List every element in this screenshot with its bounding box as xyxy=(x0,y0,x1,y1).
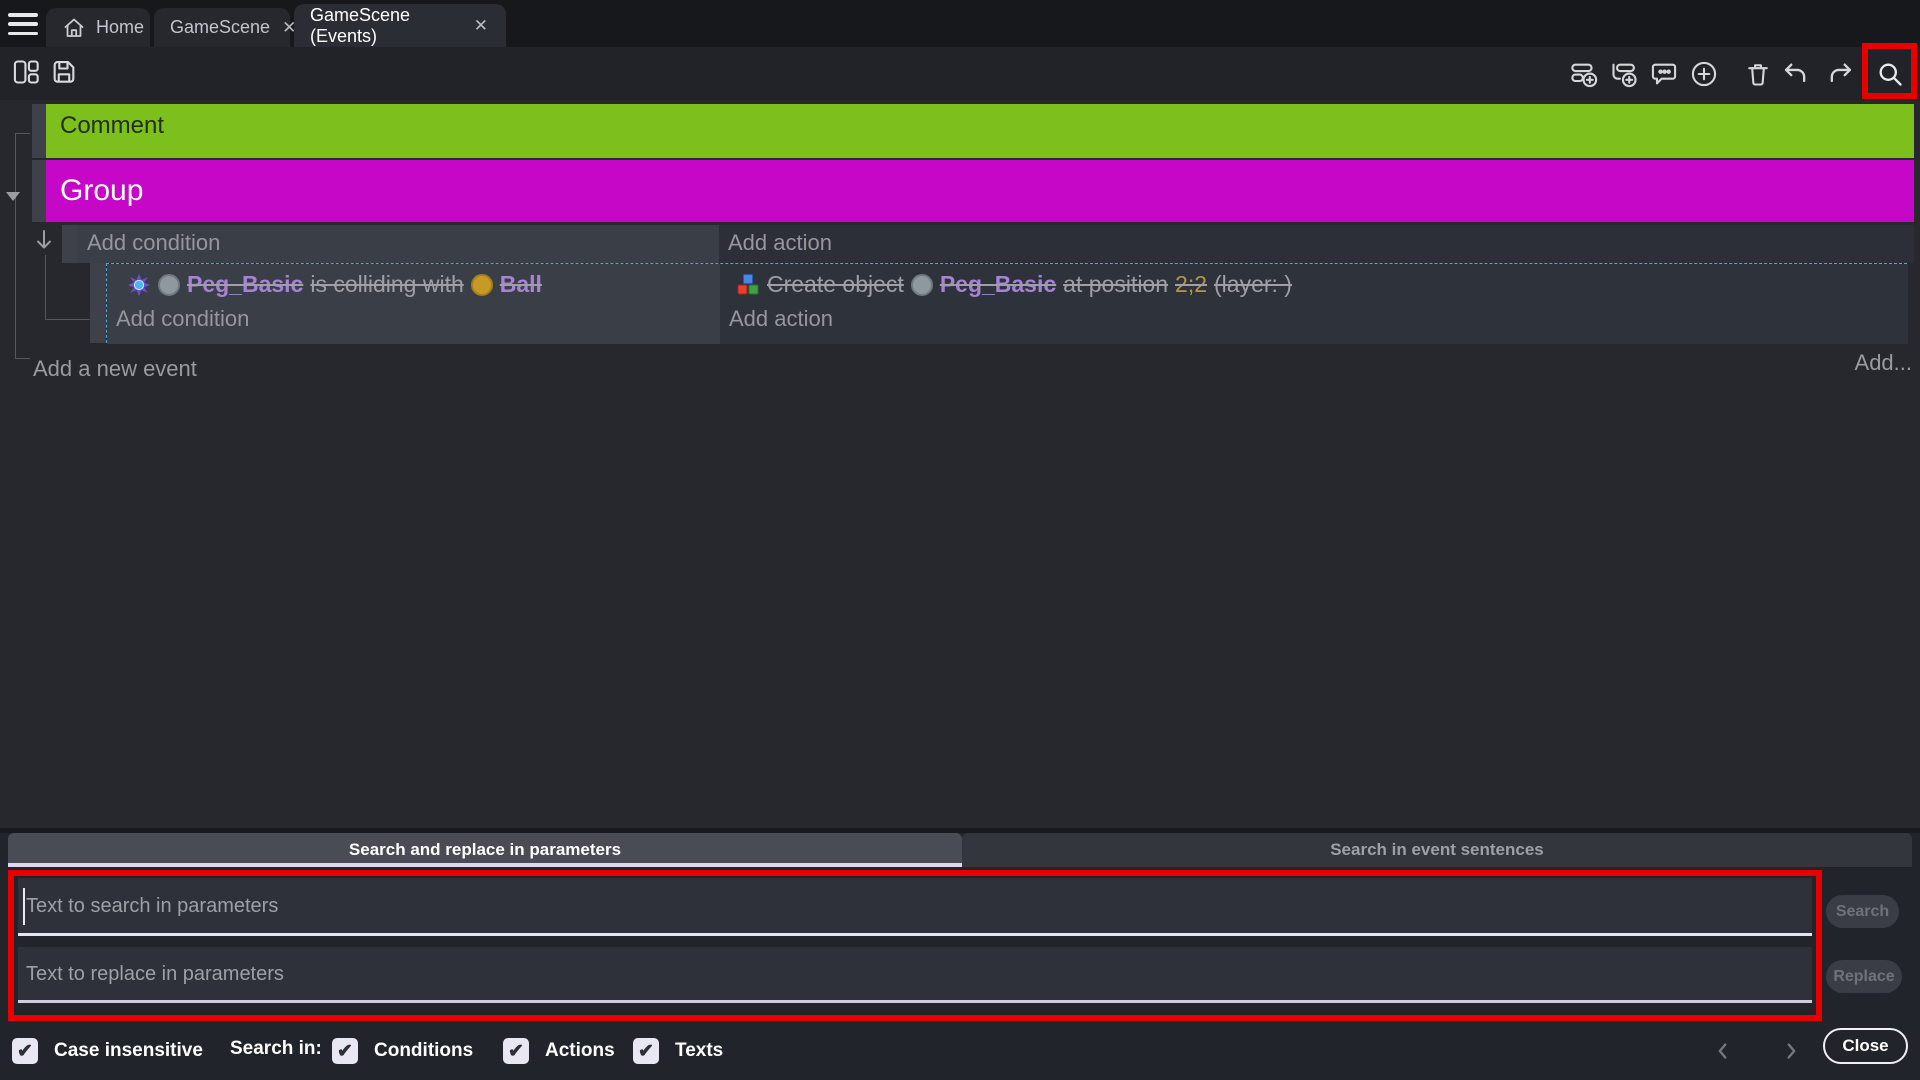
tab-search-replace-parameters[interactable]: Search and replace in parameters xyxy=(8,833,962,867)
tab-search-event-sentences[interactable]: Search in event sentences xyxy=(962,833,1912,867)
ball-object-icon xyxy=(471,274,493,296)
tab-gamescene-events-label: GameScene (Events) xyxy=(310,5,462,47)
add-action-label: Add action xyxy=(729,306,833,331)
add-condition-link[interactable]: Add condition xyxy=(77,225,719,263)
search-button-label: Search xyxy=(1836,903,1889,921)
collapse-group-icon[interactable] xyxy=(6,192,20,201)
condition-object-name: Ball xyxy=(500,271,542,298)
search-in-label-wrap: Search in: xyxy=(230,1038,322,1060)
action-object-name: Peg_Basic xyxy=(940,271,1056,298)
add-comment-icon[interactable] xyxy=(1650,60,1678,88)
actions-label: Actions xyxy=(545,1040,615,1062)
add-more-label: Add... xyxy=(1855,350,1912,375)
conditions-label: Conditions xyxy=(374,1040,473,1062)
tab-home-label: Home xyxy=(96,17,144,38)
events-toolbar: Preview Publish xyxy=(0,47,1920,100)
add-more-link[interactable]: Add... xyxy=(1855,350,1912,376)
event-drag-handle[interactable] xyxy=(62,225,77,263)
texts-option[interactable]: ✔ Texts xyxy=(633,1038,723,1064)
previous-result-icon[interactable] xyxy=(1712,1040,1734,1062)
add-condition-label: Add condition xyxy=(87,230,220,255)
add-condition-link[interactable]: Add condition xyxy=(116,306,249,332)
tab-home[interactable]: Home xyxy=(46,8,150,47)
selected-subevent[interactable]: Peg_Basic is colliding with Ball Add con… xyxy=(106,263,1907,343)
home-icon xyxy=(62,16,86,40)
tab-gamescene-label: GameScene xyxy=(170,17,270,38)
next-result-icon[interactable] xyxy=(1780,1040,1802,1062)
action-text: at position xyxy=(1063,271,1168,298)
event-drag-handle[interactable] xyxy=(32,104,46,158)
undo-icon[interactable] xyxy=(1782,60,1810,88)
event-drag-handle[interactable] xyxy=(90,263,106,343)
tree-line xyxy=(45,255,90,320)
add-action-link[interactable]: Add action xyxy=(729,306,833,332)
add-event-icon[interactable] xyxy=(1570,60,1598,88)
tab-label: Search in event sentences xyxy=(1330,840,1544,860)
fold-event-icon[interactable] xyxy=(32,228,56,254)
add-condition-label: Add condition xyxy=(116,306,249,331)
conditions-option[interactable]: ✔ Conditions xyxy=(332,1038,473,1064)
close-button[interactable]: Close xyxy=(1823,1028,1908,1064)
action-text: (layer: ) xyxy=(1214,271,1292,298)
tab-gamescene-events[interactable]: GameScene (Events) ✕ xyxy=(294,4,506,47)
peg-basic-object-icon xyxy=(158,274,180,296)
tree-line xyxy=(15,344,30,359)
active-tab-indicator xyxy=(8,863,962,867)
save-icon[interactable] xyxy=(50,58,78,86)
checkbox-checked[interactable]: ✔ xyxy=(503,1038,529,1064)
group-event[interactable]: Group xyxy=(46,160,1914,222)
add-new-event-label: Add a new event xyxy=(33,356,197,381)
events-sheet: Comment Group Add condition Add action xyxy=(0,100,1920,828)
peg-basic-object-icon xyxy=(911,274,933,296)
add-circle-icon[interactable] xyxy=(1690,60,1718,88)
replace-button-label: Replace xyxy=(1833,968,1894,986)
comment-event[interactable]: Comment xyxy=(46,104,1914,158)
case-insensitive-label: Case insensitive xyxy=(54,1040,203,1062)
condition-object-name: Peg_Basic xyxy=(187,271,303,298)
comment-text: Comment xyxy=(60,112,164,139)
collision-icon xyxy=(127,273,151,297)
actions-option[interactable]: ✔ Actions xyxy=(503,1038,615,1064)
group-title: Group xyxy=(60,174,143,208)
add-new-event-link[interactable]: Add a new event xyxy=(33,356,197,382)
highlight-box-search-icon xyxy=(1862,43,1917,99)
case-insensitive-option[interactable]: ✔ Case insensitive xyxy=(12,1038,203,1064)
toggle-panel-icon[interactable] xyxy=(12,58,40,86)
tree-line xyxy=(15,133,30,359)
texts-label: Texts xyxy=(675,1040,723,1062)
event-drag-handle[interactable] xyxy=(32,160,46,222)
checkbox-checked[interactable]: ✔ xyxy=(633,1038,659,1064)
position-parameter: 2;2 xyxy=(1175,271,1207,298)
redo-icon[interactable] xyxy=(1826,60,1854,88)
add-action-label: Add action xyxy=(728,230,832,255)
close-button-label: Close xyxy=(1842,1036,1888,1056)
checkbox-checked[interactable]: ✔ xyxy=(332,1038,358,1064)
action-text: Create object xyxy=(767,271,904,298)
condition-text: is colliding with xyxy=(310,271,463,298)
delete-icon[interactable] xyxy=(1744,60,1772,88)
gdevelop-window: Home GameScene ✕ GameScene (Events) ✕ xyxy=(0,0,1920,1080)
search-in-label: Search in: xyxy=(230,1038,322,1060)
condition-sentence[interactable]: Peg_Basic is colliding with Ball xyxy=(127,271,542,298)
checkbox-checked[interactable]: ✔ xyxy=(12,1038,38,1064)
add-action-link[interactable]: Add action xyxy=(719,225,1914,263)
close-icon[interactable]: ✕ xyxy=(472,16,490,36)
search-button[interactable]: Search xyxy=(1826,895,1899,928)
replace-button[interactable]: Replace xyxy=(1826,960,1902,993)
tab-gamescene[interactable]: GameScene ✕ xyxy=(154,8,290,47)
tab-label: Search and replace in parameters xyxy=(349,840,621,860)
action-sentence[interactable]: Create object Peg_Basic at position 2;2 … xyxy=(736,271,1292,298)
actions-column[interactable]: Create object Peg_Basic at position 2;2 … xyxy=(720,264,1908,344)
conditions-column[interactable]: Peg_Basic is colliding with Ball Add con… xyxy=(107,264,720,344)
highlight-box-search-fields xyxy=(8,870,1822,1021)
top-tab-bar: Home GameScene ✕ GameScene (Events) ✕ xyxy=(0,0,1920,47)
main-menu-icon[interactable] xyxy=(8,11,38,37)
add-subevent-icon[interactable] xyxy=(1610,60,1638,88)
create-object-icon xyxy=(736,273,760,297)
